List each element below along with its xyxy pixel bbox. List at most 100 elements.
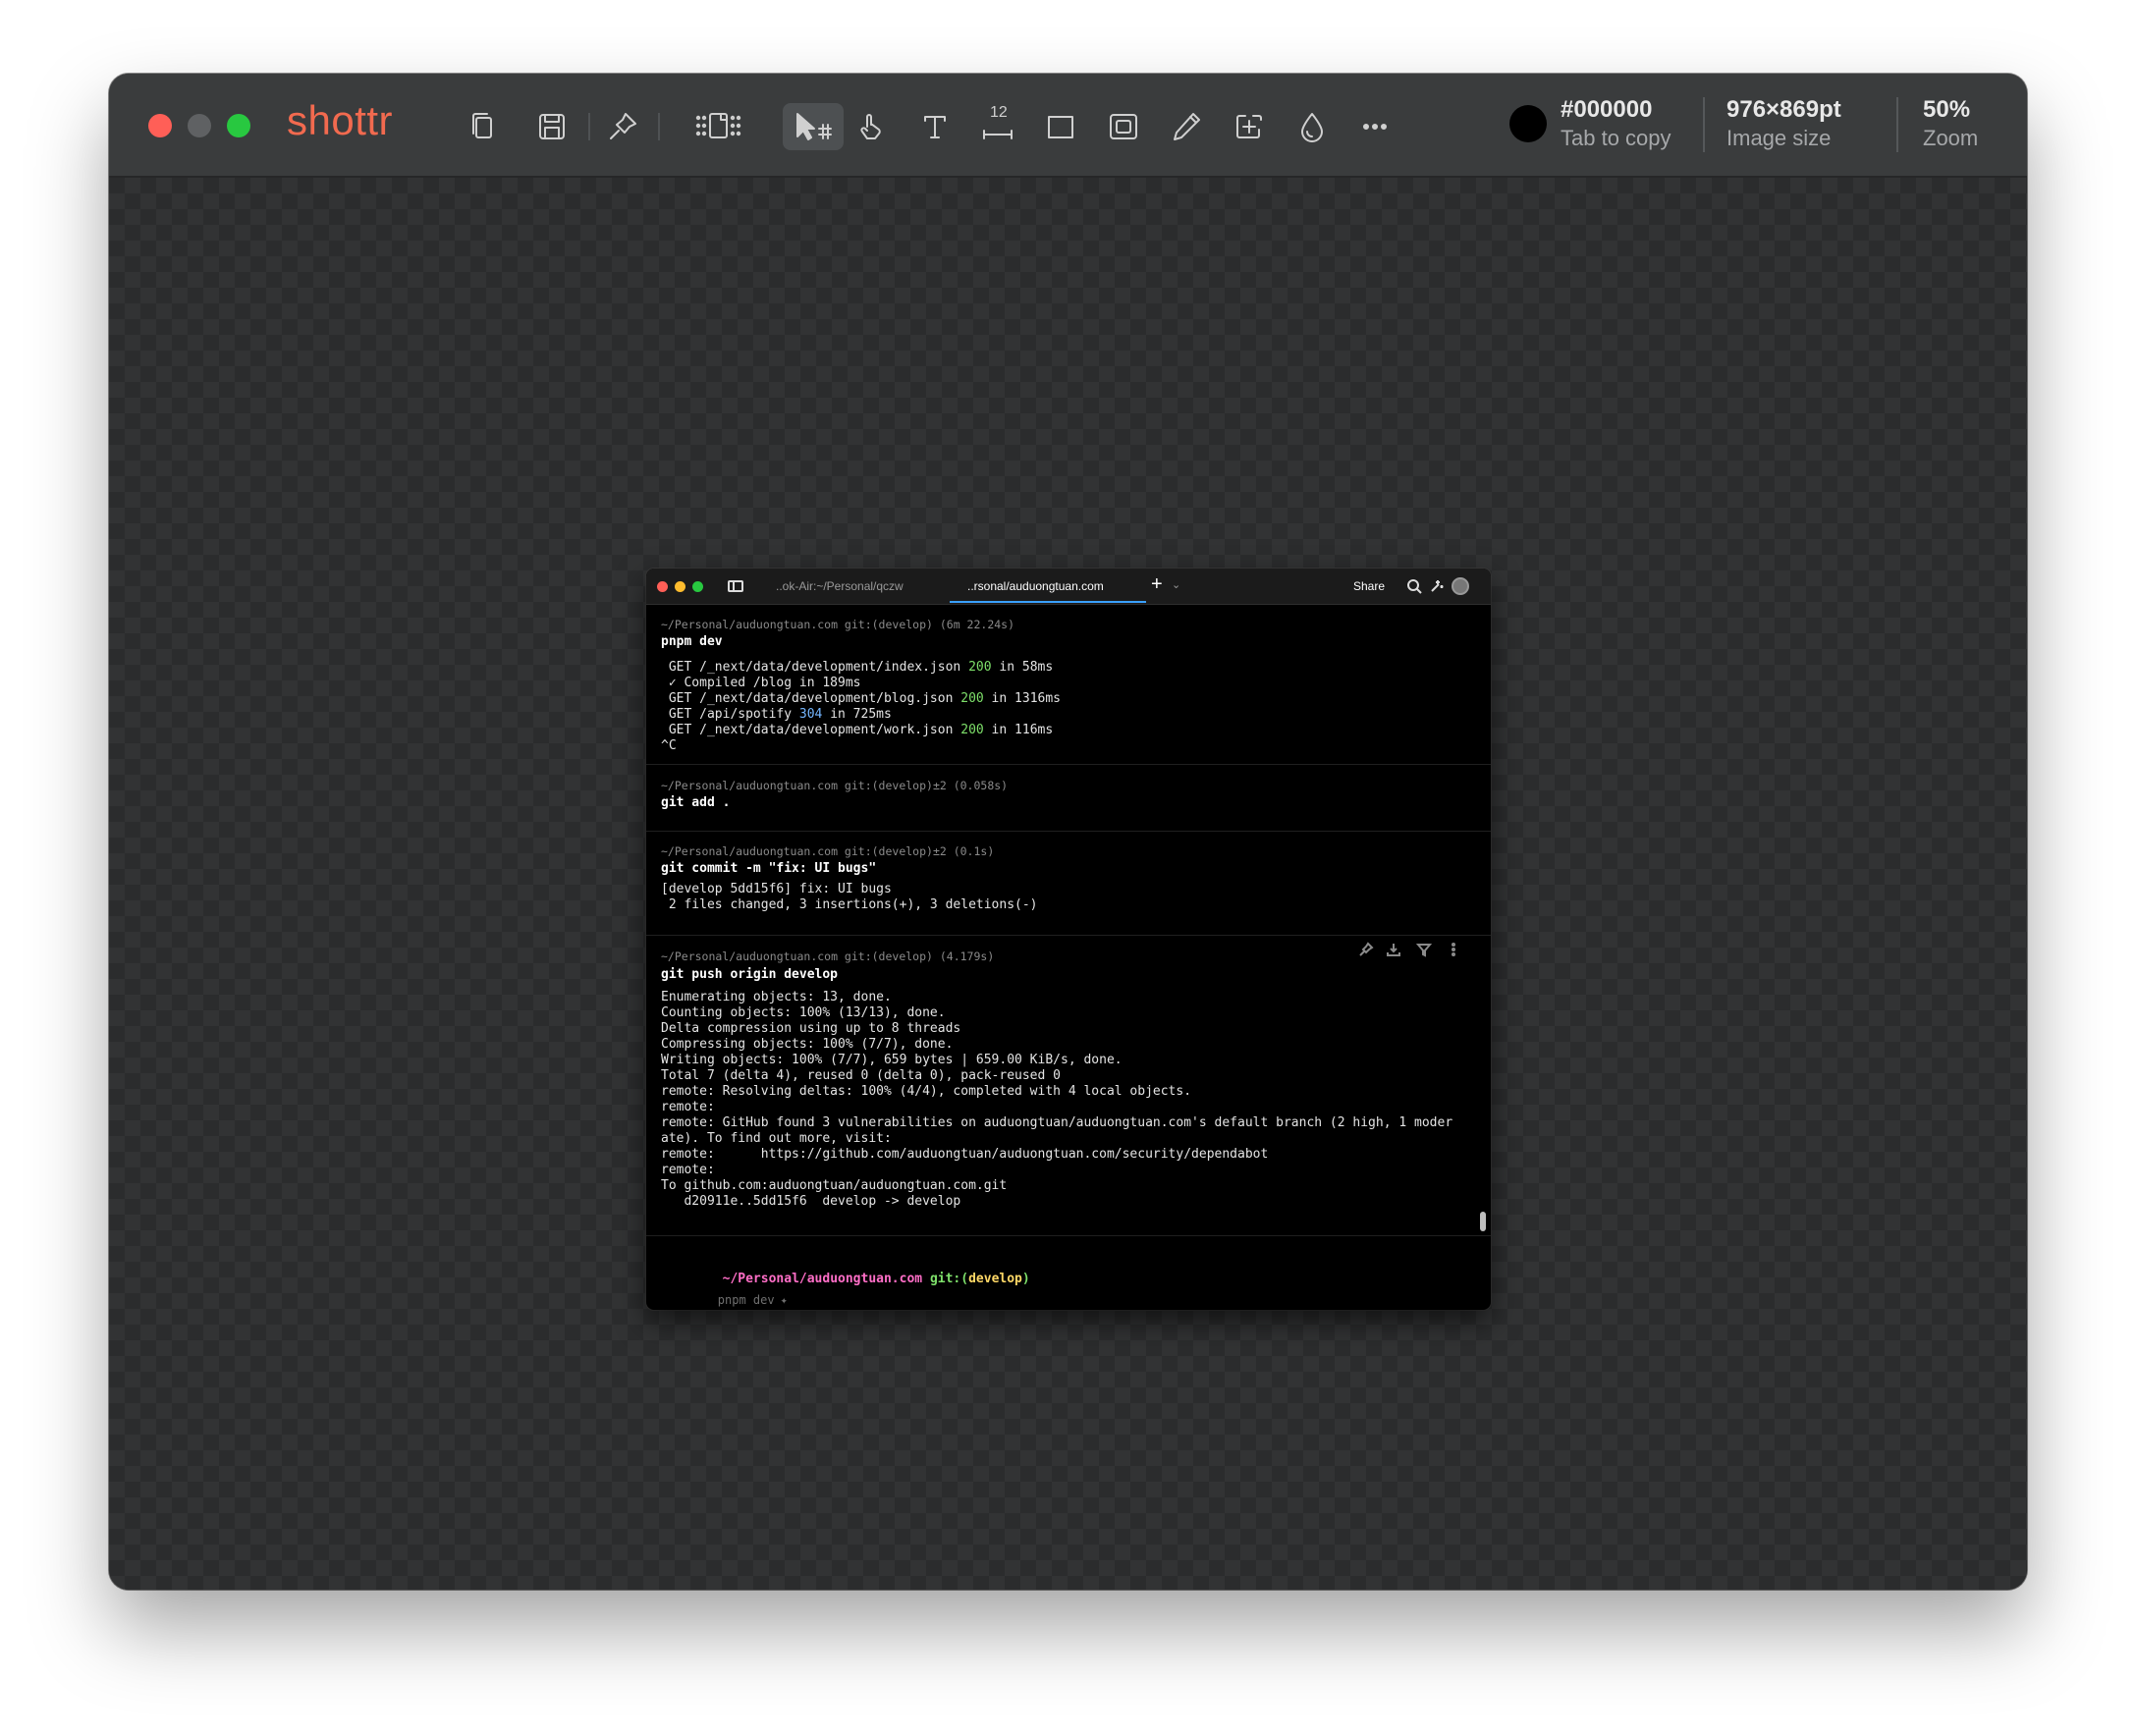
- block-output: [develop 5dd15f6] fix: UI bugs 2 files c…: [661, 882, 1038, 913]
- terminal-block-1: ~/Personal/auduongtuan.com git:(develop)…: [646, 604, 1491, 765]
- hand-icon: [860, 114, 881, 139]
- pin-button[interactable]: [598, 103, 647, 150]
- sparkle-icon: [1428, 577, 1446, 595]
- terminal-block-4: ~/Personal/auduongtuan.com git:(develop)…: [646, 935, 1491, 1236]
- toolbar: shottr 12 #000000 Tab to copy 976×869pt …: [109, 74, 2027, 178]
- output-line: 2 files changed, 3 insertions(+), 3 dele…: [661, 897, 1038, 912]
- shottr-window: shottr 12 #000000 Tab to copy 976×869pt …: [109, 74, 2027, 1590]
- color-swatch[interactable]: [1509, 105, 1547, 142]
- terminal-block-2: ~/Personal/auduongtuan.com git:(develop)…: [646, 764, 1491, 832]
- blur-frame-tool-button[interactable]: [1099, 103, 1148, 150]
- output-line: GET /_next/data/development/index.json 2…: [661, 660, 1054, 675]
- prompt-git: git:(: [922, 1272, 969, 1286]
- ruler-number: 12: [990, 104, 1008, 121]
- block-meta: ~/Personal/auduongtuan.com git:(develop)…: [661, 618, 1015, 631]
- minimize-window-button[interactable]: [188, 114, 211, 137]
- save-button[interactable]: [527, 103, 576, 150]
- suggestion-sparkle-icon: ✦: [780, 1293, 788, 1307]
- pin-icon: [610, 113, 636, 139]
- block-command: git commit -m "fix: UI bugs": [661, 861, 877, 876]
- output-line: Total 7 (delta 4), reused 0 (delta 0), p…: [661, 1068, 1061, 1083]
- captured-terminal-image[interactable]: ..ok-Air:~/Personal/qczw ..rsonal/auduon…: [646, 569, 1491, 1310]
- output-line: Writing objects: 100% (7/7), 659 bytes |…: [661, 1053, 1123, 1067]
- output-line: Counting objects: 100% (13/13), done.: [661, 1005, 946, 1020]
- crop-plus-tool-button[interactable]: [1225, 103, 1274, 150]
- terminal-close-dot: [657, 581, 668, 592]
- canvas[interactable]: ..ok-Air:~/Personal/qczw ..rsonal/auduon…: [109, 178, 2027, 1590]
- terminal-zoom-dot: [692, 581, 703, 592]
- zoom-value: 50%: [1923, 96, 1971, 123]
- terminal-minimize-dot: [675, 581, 685, 592]
- color-hint: Tab to copy: [1561, 126, 1671, 150]
- hand-tool-button[interactable]: [848, 103, 897, 150]
- block-meta: ~/Personal/auduongtuan.com git:(develop)…: [661, 949, 995, 963]
- page-layout-icon: [695, 113, 741, 138]
- block-meta: ~/Personal/auduongtuan.com git:(develop)…: [661, 779, 1009, 792]
- block-command: git add .: [661, 795, 731, 810]
- output-line: d20911e..5dd15f6 develop -> develop: [661, 1194, 961, 1209]
- select-arrow-icon: [796, 113, 832, 140]
- pen-tool-button[interactable]: [1162, 103, 1211, 150]
- output-line: ✓ Compiled /blog in 189ms: [661, 676, 861, 690]
- output-line: ^C: [661, 738, 677, 753]
- text-tool-button[interactable]: [910, 103, 959, 150]
- copy-button[interactable]: [459, 103, 508, 150]
- output-line: remote: Resolving deltas: 100% (4/4), co…: [661, 1084, 1192, 1099]
- chevron-down-icon: ⌄: [1172, 579, 1181, 591]
- active-tab-indicator: [950, 601, 1146, 603]
- rectangle-icon: [1048, 116, 1073, 138]
- select-tool-button[interactable]: [783, 103, 844, 150]
- block-command: pnpm dev: [661, 634, 723, 649]
- block-more-icon: [1446, 942, 1463, 959]
- terminal-tab-1: ..ok-Air:~/Personal/qczw: [776, 579, 904, 593]
- copy-icon: [472, 113, 492, 138]
- color-hex: #000000: [1561, 96, 1653, 123]
- terminal-tab-2: ..rsonal/auduongtuan.com: [967, 579, 1104, 593]
- search-icon: [1405, 577, 1423, 595]
- prompt-branch: develop: [968, 1272, 1022, 1286]
- block-download-icon: [1386, 942, 1403, 959]
- output-line: remote: GitHub found 3 vulnerabilities o…: [661, 1115, 1453, 1130]
- zoom-info[interactable]: 50% Zoom: [1923, 95, 1978, 152]
- output-line: Delta compression using up to 8 threads: [661, 1021, 961, 1036]
- output-line: GET /api/spotify 304 in 725ms: [661, 707, 892, 722]
- block-output: Enumerating objects: 13, done. Counting o…: [661, 990, 1452, 1210]
- block-pin-icon: [1358, 942, 1376, 959]
- output-line: Compressing objects: 100% (7/7), done.: [661, 1037, 954, 1052]
- image-size-value: 976×869pt: [1726, 96, 1841, 123]
- more-button[interactable]: [1350, 103, 1399, 150]
- layout-button[interactable]: [684, 103, 752, 150]
- share-label: Share: [1353, 579, 1386, 593]
- output-line: GET /_next/data/development/blog.json 20…: [661, 691, 1062, 706]
- output-line: Enumerating objects: 13, done.: [661, 990, 892, 1004]
- sidebar-icon: [727, 577, 744, 595]
- zoom-label: Zoom: [1923, 126, 1979, 150]
- output-line: remote:: [661, 1163, 715, 1177]
- text-icon: [924, 116, 946, 138]
- image-size-info: 976×869pt Image size: [1726, 95, 1841, 152]
- app-logo: shottr: [287, 97, 394, 143]
- close-window-button[interactable]: [148, 114, 172, 137]
- output-line: ate). To find out more, visit:: [661, 1131, 892, 1146]
- crop-plus-icon: [1236, 115, 1262, 138]
- image-size-label: Image size: [1726, 126, 1832, 150]
- pen-icon: [1174, 113, 1200, 140]
- block-filter-icon: [1415, 942, 1434, 959]
- terminal-block-3: ~/Personal/auduongtuan.com git:(develop)…: [646, 831, 1491, 936]
- block-command: git push origin develop: [661, 967, 839, 982]
- output-line: To github.com:auduongtuan/auduongtuan.co…: [661, 1178, 1008, 1193]
- save-icon: [539, 114, 565, 139]
- rectangle-tool-button[interactable]: [1036, 103, 1085, 150]
- input-suggestion: pnpm dev: [717, 1293, 775, 1307]
- output-line: GET /_next/data/development/work.json 20…: [661, 723, 1054, 737]
- color-info[interactable]: #000000 Tab to copy: [1561, 95, 1671, 152]
- terminal-scrollbar: [1480, 1212, 1486, 1231]
- zoom-window-button[interactable]: [227, 114, 250, 137]
- ruler-tool-button[interactable]: 12: [973, 103, 1022, 150]
- block-output: GET /_next/data/development/index.json 2…: [661, 660, 1061, 754]
- drop-tool-button[interactable]: [1288, 103, 1337, 150]
- output-line: remote: https://github.com/auduongtuan/a…: [661, 1147, 1269, 1162]
- output-line: remote:: [661, 1100, 715, 1114]
- terminal-input: pnpm dev ✦: [661, 1279, 788, 1310]
- drop-icon: [1301, 113, 1323, 142]
